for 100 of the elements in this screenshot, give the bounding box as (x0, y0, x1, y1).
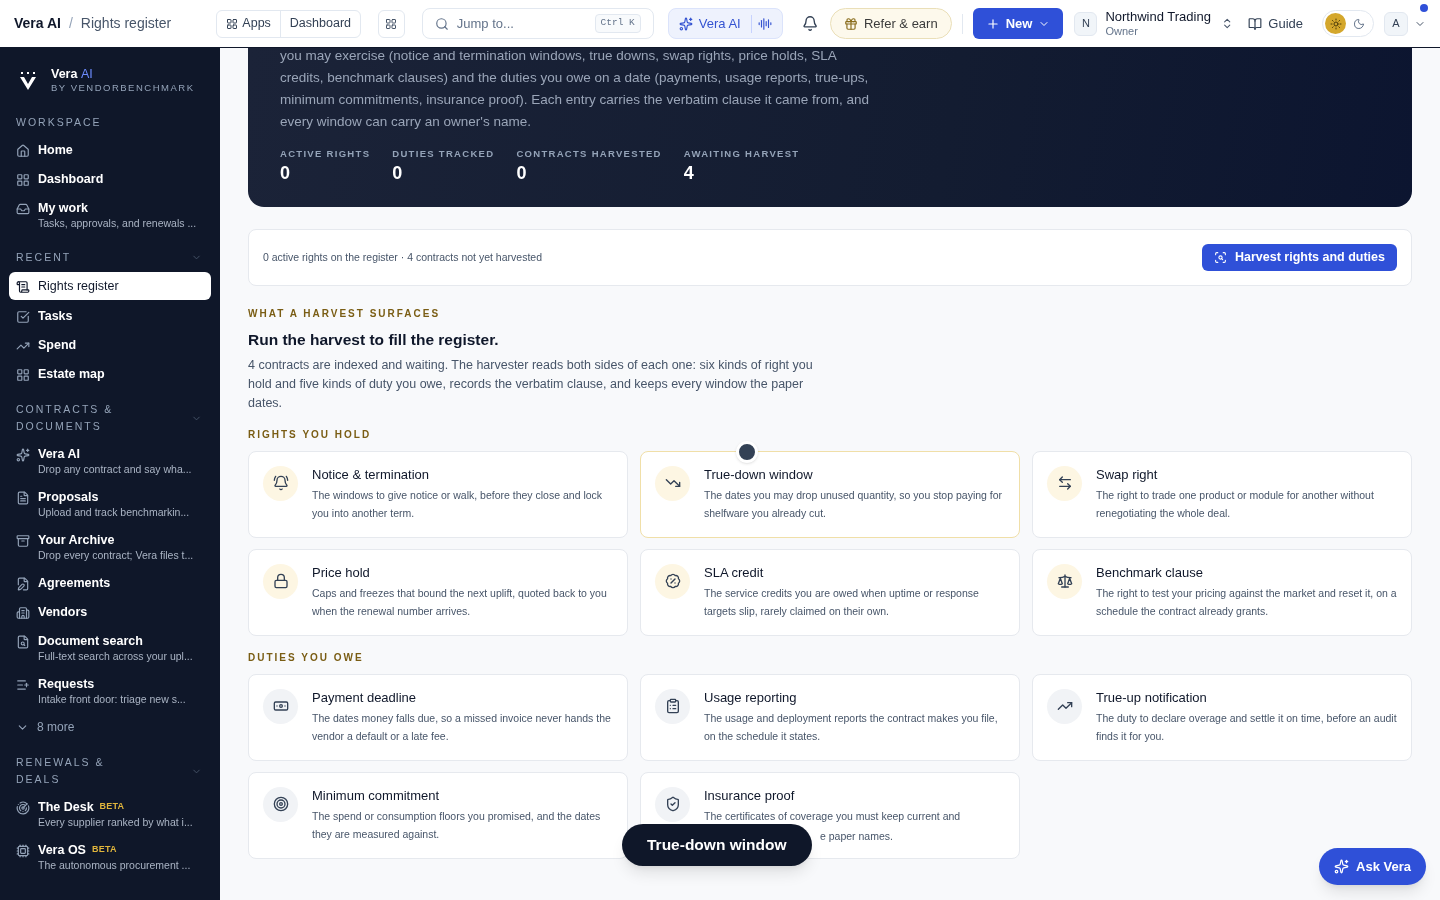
sidebar-item[interactable]: Vera AI Drop any contract and say wha... (9, 441, 211, 481)
org-name[interactable]: Northwind Trading (1105, 9, 1211, 24)
card-title: Usage reporting (704, 688, 798, 707)
shield-check-icon (664, 796, 681, 812)
book-icon (1248, 16, 1263, 31)
sidebar-item[interactable]: Spend (9, 332, 211, 358)
ask-vera-button[interactable]: Ask Vera (1319, 848, 1426, 885)
stat-label: ACTIVE RIGHTS (280, 147, 371, 161)
section-heading: WORKSPACE (16, 115, 103, 130)
plus-icon (985, 16, 1000, 31)
section-heading: RECENT (16, 250, 73, 265)
org-role: Owner (1105, 23, 1139, 38)
item-label: Your Archive (38, 532, 115, 548)
percent-badge-icon (664, 573, 681, 589)
breadcrumb-root[interactable]: Vera AI (14, 13, 61, 34)
sidebar-item[interactable]: Your Archive Drop every contract; Vera files t... (9, 527, 211, 567)
clause-card[interactable]: True-up notification The duty to declare overage and settle it on time, before an audit finds it for you. (1032, 673, 1412, 761)
clause-card[interactable]: Usage reporting The usage and deployment reports the contract makes you file, on the schedule it states. (640, 673, 1020, 761)
dashboard-icon (16, 173, 30, 187)
clause-card[interactable]: Minimum commitment The spend or consumption floors you promised, and the dates they are measured against. (248, 771, 628, 859)
card-title: Minimum commitment (312, 786, 441, 805)
light-mode-option[interactable] (1325, 13, 1346, 34)
item-label: Vendors (38, 604, 88, 620)
drag-handle[interactable] (736, 440, 758, 463)
item-label: Vera AI (38, 446, 80, 462)
card-title: Payment deadline (312, 688, 418, 707)
stat-value: 0 (392, 162, 404, 186)
document-icon (16, 491, 30, 505)
grid-icon (226, 17, 239, 30)
card-description: The windows to give notice or walk, before they close and lock you into another term. (312, 487, 604, 521)
card-title: Price hold (312, 563, 371, 582)
user-avatar[interactable]: A (1384, 11, 1408, 36)
search-field[interactable]: Jump to... Ctrl K (421, 8, 654, 39)
drag-tooltip: True-down window (622, 824, 812, 866)
card-description: The dates money falls due, so a missed invoice never hands the vendor a default or a late fee. (312, 710, 612, 744)
logo-icon (19, 71, 37, 91)
clause-card[interactable]: Notice & termination The windows to give notice or walk, before they close and lock you into another term. (248, 450, 628, 538)
search-input[interactable]: Jump to... (456, 13, 587, 34)
item-description: Drop every contract; Vera files t... (38, 548, 194, 562)
sidebar-item[interactable]: Requests Intake front door: triage new s... (9, 671, 211, 711)
card-title: True-up notification (1096, 688, 1208, 707)
sidebar-item[interactable]: Estate map (9, 361, 211, 387)
swap-arrows-icon (1056, 475, 1073, 491)
assistant-button[interactable]: Vera AI (667, 8, 783, 39)
scroll-icon (16, 280, 30, 294)
scan-icon (1213, 251, 1227, 265)
search-icon (434, 16, 449, 31)
item-label: The Desk (38, 799, 94, 815)
item-label: Estate map (38, 366, 105, 382)
apps-grid-button[interactable] (378, 9, 405, 38)
clause-card[interactable]: True-down window The dates you may drop unused quantity, so you stop paying for shelfware you already cut. (640, 450, 1020, 538)
org-avatar: N (1074, 11, 1098, 36)
stat-label: AWAITING HARVEST (683, 147, 800, 161)
brand-name: Vera AI (51, 68, 94, 81)
sidebar-item[interactable]: Agreements (9, 570, 211, 596)
sparkles-icon (1334, 859, 1350, 874)
item-label: Tasks (38, 308, 73, 324)
harvest-button[interactable]: Harvest rights and duties (1201, 244, 1397, 272)
new-button[interactable]: New (972, 8, 1064, 39)
sparkles-icon (16, 448, 30, 462)
item-description: Every supplier ranked by what i... (38, 815, 193, 829)
home-icon (16, 144, 30, 158)
show-more-link[interactable]: 8 more (0, 714, 220, 740)
switch-tab[interactable]: Apps (217, 10, 280, 37)
sidebar-item[interactable]: Dashboard (9, 166, 211, 192)
sidebar-item[interactable]: Tasks (9, 303, 211, 329)
pen-document-icon (16, 577, 30, 591)
clause-card[interactable]: Swap right The right to trade one product or module for another without renegotiating the whole deal. (1032, 450, 1412, 538)
group-heading: DUTIES YOU OWE (248, 650, 365, 665)
sidebar-item[interactable]: My work Tasks, approvals, and renewals ... (9, 195, 211, 235)
switch-tab[interactable]: Dashboard (279, 10, 360, 37)
sidebar-item[interactable]: Rights register (9, 272, 211, 300)
sidebar-item[interactable]: Home (9, 137, 211, 163)
gift-icon (843, 16, 858, 31)
clause-card[interactable]: Price hold Caps and freezes that bound the next uplift, quoted back to you when the renewal number arrives. (248, 548, 628, 636)
bell-icon (272, 475, 289, 491)
guide-button[interactable]: Guide (1248, 13, 1303, 34)
item-label: Home (38, 142, 73, 158)
sidebar-item[interactable]: The Desk BETA Every supplier ranked by what i... (9, 794, 211, 834)
document-search-icon (16, 635, 30, 649)
sun-icon (1329, 17, 1342, 30)
section-heading: RENEWALS & DEALS (16, 755, 106, 787)
clause-card[interactable]: Benchmark clause The right to test your pricing against the market and reset it, on a schedule the contract already grants. (1032, 548, 1412, 636)
refer-button[interactable]: Refer & earn (829, 8, 952, 39)
sidebar-item[interactable]: Proposals Upload and track benchmarkin... (9, 484, 211, 524)
inbox-icon (16, 202, 30, 216)
card-description: The certificates of coverage you must keep current and (704, 808, 961, 824)
clause-card[interactable]: SLA credit The service credits you are owed when uptime or response targets slip, rarely claimed on their own. (640, 548, 1020, 636)
card-description: The service credits you are owed when uptime or response targets slip, rarely claimed on their own. (704, 585, 980, 619)
section-title: Run the harvest to fill the register. (248, 330, 500, 351)
notifications-icon[interactable] (801, 15, 818, 32)
sidebar-item[interactable]: Vendors (9, 599, 211, 625)
sidebar-item[interactable]: Vera OS BETA The autonomous procurement ... (9, 837, 211, 877)
clause-card[interactable]: Payment deadline The dates money falls due, so a missed invoice never hands the vendor a default or a late fee. (248, 673, 628, 761)
checkbox-icon (16, 310, 30, 324)
sidebar-item[interactable]: Document search Full-text search across your upl... (9, 628, 211, 668)
card-description: The usage and deployment reports the contract makes you file, on the schedule it states. (704, 710, 999, 744)
clipboard-icon (664, 698, 681, 714)
card-title: Swap right (1096, 465, 1159, 484)
waveform-icon (757, 16, 772, 31)
